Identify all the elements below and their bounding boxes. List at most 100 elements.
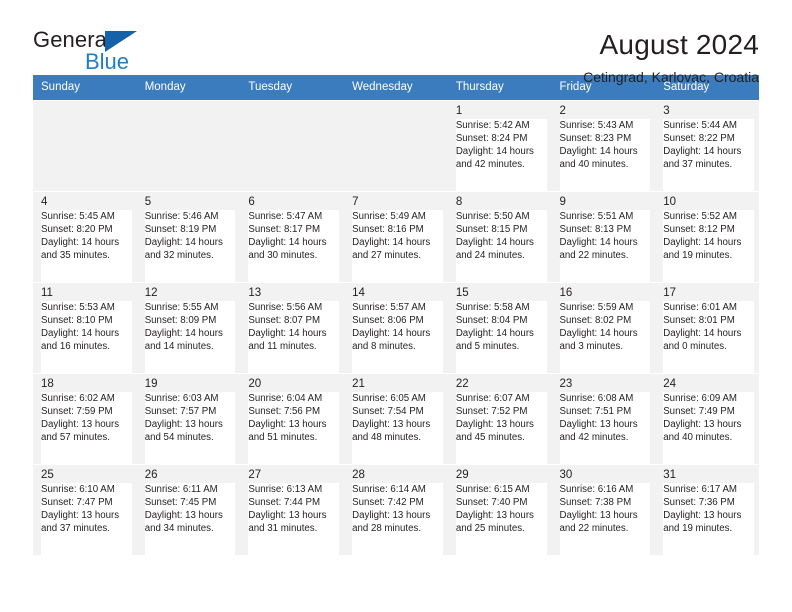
day-details: Sunrise: 5:42 AM Sunset: 8:24 PM Daylight:…: [455, 119, 547, 191]
day-number: 28: [352, 469, 365, 481]
calendar-day-cell[interactable]: 4 Sunrise: 5:45 AM Sunset: 8:20 PM Daylight…: [33, 191, 137, 283]
day-details: Sunrise: 5:53 AM Sunset: 8:10 PM Daylight:…: [41, 301, 132, 373]
daylight-text: and 45 minutes.: [455, 431, 525, 443]
sunrise-text: Sunrise: 5:43 AM: [559, 120, 634, 131]
daylight-text: and 3 minutes.: [559, 340, 624, 352]
calendar-cell-inner: 16 Sunrise: 5:59 AM Sunset: 8:02 PM Dayligh…: [552, 283, 656, 373]
day-details: Sunrise: 5:56 AM Sunset: 8:07 PM Daylight:…: [248, 301, 340, 373]
daylight-text: and 22 minutes.: [559, 249, 629, 261]
day-number: 16: [559, 287, 573, 299]
calendar-day-cell[interactable]: 23 Sunrise: 6:08 AM Sunset: 7:51 PM Dayligh…: [551, 373, 656, 465]
calendar-cell-inner: 18 Sunrise: 6:02 AM Sunset: 7:59 PM Dayligh…: [33, 374, 137, 464]
sunset-text: Sunset: 8:17 PM: [248, 223, 321, 235]
sunset-text: Sunset: 8:02 PM: [559, 314, 632, 326]
calendar-day-cell[interactable]: 6 Sunrise: 5:47 AM Sunset: 8:17 PM Daylight…: [240, 191, 345, 283]
daylight-text: and 42 minutes.: [455, 158, 525, 170]
calendar-day-cell[interactable]: 20 Sunrise: 6:04 AM Sunset: 7:56 PM Dayligh…: [240, 373, 345, 465]
calendar-day-cell[interactable]: 1 Sunrise: 5:42 AM Sunset: 8:24 PM Daylight…: [447, 100, 552, 192]
calendar-week-row: 25 Sunrise: 6:10 AM Sunset: 7:47 PM Dayligh…: [33, 464, 759, 555]
daylight-text: and 40 minutes.: [663, 431, 733, 443]
calendar-week-row: 1 Sunrise: 5:42 AM Sunset: 8:24 PM Daylight…: [33, 100, 759, 192]
daylight-text: Daylight: 14 hours: [663, 145, 742, 157]
day-number: 1: [455, 105, 463, 117]
daylight-text: Daylight: 13 hours: [144, 509, 223, 521]
day-number: 21: [352, 378, 365, 390]
sunrise-text: Sunrise: 5:49 AM: [352, 211, 426, 222]
daylight-text: and 37 minutes.: [663, 158, 733, 170]
day-number: 17: [663, 287, 677, 299]
calendar-day-cell[interactable]: 12 Sunrise: 5:55 AM Sunset: 8:09 PM Dayligh…: [136, 282, 241, 374]
calendar-day-cell[interactable]: 11 Sunrise: 5:53 AM Sunset: 8:10 PM Dayligh…: [33, 282, 137, 374]
daylight-text: Daylight: 13 hours: [248, 418, 327, 430]
calendar-day-cell[interactable]: 19 Sunrise: 6:03 AM Sunset: 7:57 PM Dayligh…: [136, 373, 241, 465]
sunset-text: Sunset: 7:56 PM: [248, 405, 321, 417]
daylight-text: Daylight: 14 hours: [144, 236, 223, 248]
sunset-text: Sunset: 7:59 PM: [41, 405, 113, 417]
calendar-day-cell[interactable]: 25 Sunrise: 6:10 AM Sunset: 7:47 PM Dayligh…: [33, 464, 137, 555]
calendar-day-cell[interactable]: 21 Sunrise: 6:05 AM Sunset: 7:54 PM Dayligh…: [344, 373, 448, 465]
calendar-day-cell[interactable]: 29 Sunrise: 6:15 AM Sunset: 7:40 PM Dayligh…: [447, 464, 552, 555]
day-details: Sunrise: 6:17 AM Sunset: 7:36 PM Daylight:…: [663, 483, 754, 555]
calendar-day-cell[interactable]: 22 Sunrise: 6:07 AM Sunset: 7:52 PM Dayligh…: [447, 373, 552, 465]
day-number: 30: [559, 469, 573, 481]
calendar-body: 1 Sunrise: 5:42 AM Sunset: 8:24 PM Daylight…: [33, 100, 759, 555]
sunrise-text: Sunrise: 6:05 AM: [352, 393, 426, 404]
sunrise-text: Sunrise: 6:03 AM: [144, 393, 219, 404]
day-number: 31: [663, 469, 677, 481]
daylight-text: and 19 minutes.: [663, 249, 733, 261]
calendar-week-row: 4 Sunrise: 5:45 AM Sunset: 8:20 PM Daylight…: [33, 191, 759, 283]
calendar-day-cell[interactable]: 27 Sunrise: 6:13 AM Sunset: 7:44 PM Dayligh…: [240, 464, 345, 555]
sunset-text: Sunset: 7:42 PM: [352, 496, 424, 508]
sunset-text: Sunset: 8:16 PM: [352, 223, 424, 235]
day-number: 7: [352, 196, 359, 208]
calendar-day-cell[interactable]: 24 Sunrise: 6:09 AM Sunset: 7:49 PM Dayligh…: [655, 373, 759, 465]
day-details: Sunrise: 5:46 AM Sunset: 8:19 PM Daylight:…: [144, 210, 236, 282]
calendar-day-cell[interactable]: 5 Sunrise: 5:46 AM Sunset: 8:19 PM Daylight…: [136, 191, 241, 283]
calendar-day-cell[interactable]: 26 Sunrise: 6:11 AM Sunset: 7:45 PM Dayligh…: [136, 464, 241, 555]
day-details: Sunrise: 6:03 AM Sunset: 7:57 PM Daylight:…: [144, 392, 236, 464]
sunrise-text: Sunrise: 5:44 AM: [663, 120, 737, 131]
sunrise-text: Sunrise: 6:10 AM: [41, 484, 115, 495]
daylight-text: Daylight: 14 hours: [41, 236, 120, 248]
sunrise-text: Sunrise: 5:45 AM: [41, 211, 115, 222]
calendar-day-cell[interactable]: 16 Sunrise: 5:59 AM Sunset: 8:02 PM Dayligh…: [551, 282, 656, 374]
calendar-day-cell[interactable]: 15 Sunrise: 5:58 AM Sunset: 8:04 PM Dayligh…: [447, 282, 552, 374]
calendar-day-cell[interactable]: 28 Sunrise: 6:14 AM Sunset: 7:42 PM Dayligh…: [344, 464, 448, 555]
calendar-day-cell[interactable]: 7 Sunrise: 5:49 AM Sunset: 8:16 PM Daylight…: [344, 191, 448, 283]
calendar-cell-inner: 29 Sunrise: 6:15 AM Sunset: 7:40 PM Dayligh…: [448, 465, 552, 555]
calendar-day-cell[interactable]: 2 Sunrise: 5:43 AM Sunset: 8:23 PM Daylight…: [551, 100, 656, 192]
calendar-day-cell[interactable]: 3 Sunrise: 5:44 AM Sunset: 8:22 PM Daylight…: [655, 100, 759, 192]
calendar-cell-inner: [136, 101, 241, 191]
calendar-day-cell[interactable]: 30 Sunrise: 6:16 AM Sunset: 7:38 PM Dayligh…: [551, 464, 656, 555]
calendar-day-cell[interactable]: 10 Sunrise: 5:52 AM Sunset: 8:12 PM Dayligh…: [655, 191, 759, 283]
day-details: Sunrise: 6:08 AM Sunset: 7:51 PM Daylight:…: [559, 392, 651, 464]
calendar-cell-inner: 7 Sunrise: 5:49 AM Sunset: 8:16 PM Daylight…: [344, 192, 448, 282]
calendar-day-cell[interactable]: 14 Sunrise: 5:57 AM Sunset: 8:06 PM Dayligh…: [344, 282, 448, 374]
daylight-text: and 31 minutes.: [248, 522, 318, 534]
day-details: Sunrise: 6:05 AM Sunset: 7:54 PM Daylight:…: [352, 392, 443, 464]
calendar-day-cell[interactable]: 8 Sunrise: 5:50 AM Sunset: 8:15 PM Daylight…: [447, 191, 552, 283]
daylight-text: and 22 minutes.: [559, 522, 629, 534]
daylight-text: Daylight: 14 hours: [41, 327, 120, 339]
brand-logo[interactable]: General Blue: [33, 27, 153, 75]
calendar-day-cell[interactable]: 9 Sunrise: 5:51 AM Sunset: 8:13 PM Daylight…: [551, 191, 656, 283]
calendar-cell-inner: 22 Sunrise: 6:07 AM Sunset: 7:52 PM Dayligh…: [448, 374, 552, 464]
daylight-text: Daylight: 13 hours: [41, 509, 120, 521]
daylight-text: Daylight: 13 hours: [663, 418, 742, 430]
calendar-day-cell[interactable]: 13 Sunrise: 5:56 AM Sunset: 8:07 PM Dayligh…: [240, 282, 345, 374]
sunrise-text: Sunrise: 6:07 AM: [455, 393, 530, 404]
calendar-day-cell[interactable]: 17 Sunrise: 6:01 AM Sunset: 8:01 PM Dayligh…: [655, 282, 759, 374]
calendar-day-cell[interactable]: 18 Sunrise: 6:02 AM Sunset: 7:59 PM Dayligh…: [33, 373, 137, 465]
day-number: 4: [41, 196, 48, 208]
day-details: Sunrise: 5:49 AM Sunset: 8:16 PM Daylight:…: [352, 210, 443, 282]
day-details: Sunrise: 5:43 AM Sunset: 8:23 PM Daylight:…: [559, 119, 651, 191]
daylight-text: and 37 minutes.: [41, 522, 110, 534]
calendar-cell-inner: 4 Sunrise: 5:45 AM Sunset: 8:20 PM Daylight…: [33, 192, 137, 282]
sunrise-text: Sunrise: 6:16 AM: [559, 484, 634, 495]
daylight-text: Daylight: 14 hours: [559, 145, 638, 157]
day-details: Sunrise: 6:16 AM Sunset: 7:38 PM Daylight:…: [559, 483, 651, 555]
day-number: 26: [144, 469, 158, 481]
day-number: 12: [144, 287, 158, 299]
calendar-day-cell[interactable]: 31 Sunrise: 6:17 AM Sunset: 7:36 PM Dayligh…: [655, 464, 759, 555]
daylight-text: and 32 minutes.: [144, 249, 214, 261]
